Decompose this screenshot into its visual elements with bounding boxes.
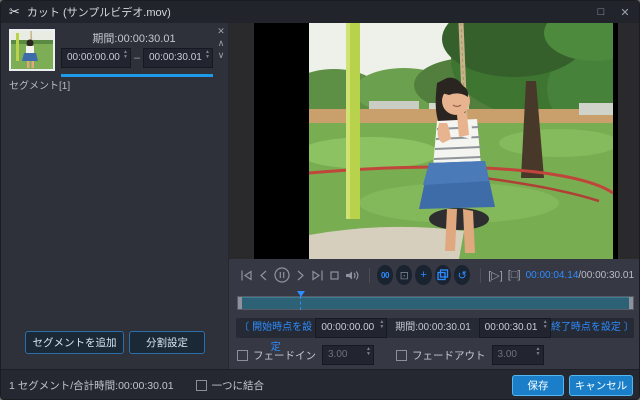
cut-dialog-window: ✂ カット (サンプルビデオ.mov) □ ✕ 期間:00:00:30.01 0… xyxy=(0,0,640,400)
cancel-button[interactable]: キャンセル xyxy=(569,375,633,396)
current-time: 00:00:04.14 xyxy=(525,269,579,281)
fade-in-duration-input[interactable]: 3.00 ▲ ▼ xyxy=(322,345,374,365)
fade-out-duration-input[interactable]: 3.00 ▲ ▼ xyxy=(491,345,544,365)
step-back-icon[interactable] xyxy=(256,267,271,283)
segment-start-input[interactable]: 00:00:00.00 ▲ ▼ xyxy=(61,48,131,68)
divider xyxy=(480,267,482,283)
segment-move-down-icon[interactable]: ∨ xyxy=(215,49,227,61)
set-start-point-button[interactable]: 〔 開始時点を設定 xyxy=(236,318,316,353)
range-dash: – xyxy=(133,52,141,64)
split-segment-button[interactable]: 00 xyxy=(376,265,394,285)
fade-in-label: フェードイン xyxy=(253,349,316,362)
transport-controls: 00 ⊡ + ↺ [▷] [□] 00:00:04.14/00:00:30.01 xyxy=(229,260,639,290)
segment-thumbnail[interactable] xyxy=(9,29,55,71)
copy-segment-button[interactable] xyxy=(434,265,452,285)
trim-time-row: 〔 開始時点を設定 00:00:00.00 ▲ ▼ 期間:00:00:30.01… xyxy=(236,317,634,353)
merge-into-one-checkbox[interactable] xyxy=(195,380,207,391)
spin-down-icon[interactable]: ▼ xyxy=(379,325,384,330)
segment-sidebar: 期間:00:00:30.01 00:00:00.00 ▲ ▼ – 00:00:3… xyxy=(1,23,229,369)
timecode-display: 00:00:04.14/00:00:30.01 xyxy=(526,270,634,281)
fade-in-checkbox[interactable] xyxy=(237,349,248,361)
play-segment-button[interactable]: [▷] xyxy=(488,269,503,282)
spinner[interactable]: ▲ ▼ xyxy=(123,50,128,60)
skip-to-end-icon[interactable] xyxy=(310,267,325,283)
segment-thumbnail-image xyxy=(11,31,53,69)
spinner[interactable]: ▲ ▼ xyxy=(543,320,548,330)
pause-button-icon[interactable] xyxy=(273,267,291,283)
divider xyxy=(369,267,370,283)
fade-out-label: フェードアウト xyxy=(412,349,486,362)
trim-timeline[interactable] xyxy=(237,291,634,311)
volume-icon[interactable] xyxy=(344,267,360,283)
fade-out-checkbox[interactable] xyxy=(396,349,407,361)
step-forward-icon[interactable] xyxy=(293,267,308,283)
video-frame xyxy=(286,1,639,259)
video-player xyxy=(229,1,639,259)
spinner[interactable]: ▲ ▼ xyxy=(536,347,541,357)
scissors-icon: ✂ xyxy=(9,4,20,19)
park-swing-scene xyxy=(286,1,639,259)
trim-end-input[interactable]: 00:00:30.01 ▲ ▼ xyxy=(478,318,551,338)
skip-to-start-icon[interactable] xyxy=(239,267,254,283)
timeline-bar[interactable] xyxy=(237,296,634,310)
total-time: 00:00:30.01 xyxy=(581,269,634,281)
playhead-triangle-icon[interactable] xyxy=(297,291,305,297)
save-button[interactable]: 保存 xyxy=(512,375,564,396)
split-settings-button[interactable]: 分割設定 xyxy=(129,331,205,354)
spin-down-icon[interactable]: ▼ xyxy=(366,352,371,357)
trim-end-handle[interactable] xyxy=(629,297,633,309)
spinner[interactable]: ▲ ▼ xyxy=(205,50,210,60)
video-screen xyxy=(254,1,639,259)
segment-delete-icon[interactable]: ✕ xyxy=(215,25,227,37)
spinner[interactable]: ▲ ▼ xyxy=(379,320,384,330)
spin-down-icon[interactable]: ▼ xyxy=(205,55,210,60)
reset-button[interactable]: ↺ xyxy=(454,265,471,285)
spinner[interactable]: ▲ ▼ xyxy=(366,347,371,357)
merge-into-one-label: 一つに結合 xyxy=(211,380,265,392)
segment-name: セグメント[1] xyxy=(9,81,71,92)
segment-range-bar xyxy=(61,74,213,77)
close-button[interactable]: ✕ xyxy=(613,1,637,23)
segment-summary: 1 セグメント/合計時間:00:00:30.01 xyxy=(9,380,174,392)
preview-panel: 00 ⊡ + ↺ [▷] [□] 00:00:04.14/00:00:30.01 xyxy=(229,1,639,369)
set-end-point-button[interactable]: 終了時点を設定 〕 xyxy=(550,318,634,338)
spin-down-icon[interactable]: ▼ xyxy=(543,325,548,330)
stop-segment-button[interactable]: [□] xyxy=(508,269,521,281)
playhead-line xyxy=(300,296,301,310)
spin-down-icon[interactable]: ▼ xyxy=(123,55,128,60)
stop-icon[interactable] xyxy=(327,267,342,283)
title-bar: ✂ カット (サンプルビデオ.mov) □ ✕ xyxy=(1,1,639,23)
window-title: カット (サンプルビデオ.mov) xyxy=(26,7,171,19)
frame-select-button[interactable]: ⊡ xyxy=(396,265,413,285)
fade-options-row: フェードイン 3.00 ▲ ▼ フェードアウト 3.00 ▲ ▼ xyxy=(237,345,637,365)
spin-down-icon[interactable]: ▼ xyxy=(536,352,541,357)
segment-duration-label: 期間:00:00:30.01 xyxy=(92,33,176,45)
add-segment-button[interactable]: セグメントを追加 xyxy=(25,331,124,354)
segment-end-input[interactable]: 00:00:30.01 ▲ ▼ xyxy=(143,48,213,68)
add-segment-quick-button[interactable]: + xyxy=(415,265,432,285)
footer-bar: 1 セグメント/合計時間:00:00:30.01 一つに結合 保存 キャンセル xyxy=(1,369,639,399)
maximize-button[interactable]: □ xyxy=(589,1,613,23)
segment-move-up-icon[interactable]: ∧ xyxy=(215,37,227,49)
trim-duration-label: 期間:00:00:30.01 xyxy=(387,318,479,338)
trim-start-input[interactable]: 00:00:00.00 ▲ ▼ xyxy=(315,318,388,338)
